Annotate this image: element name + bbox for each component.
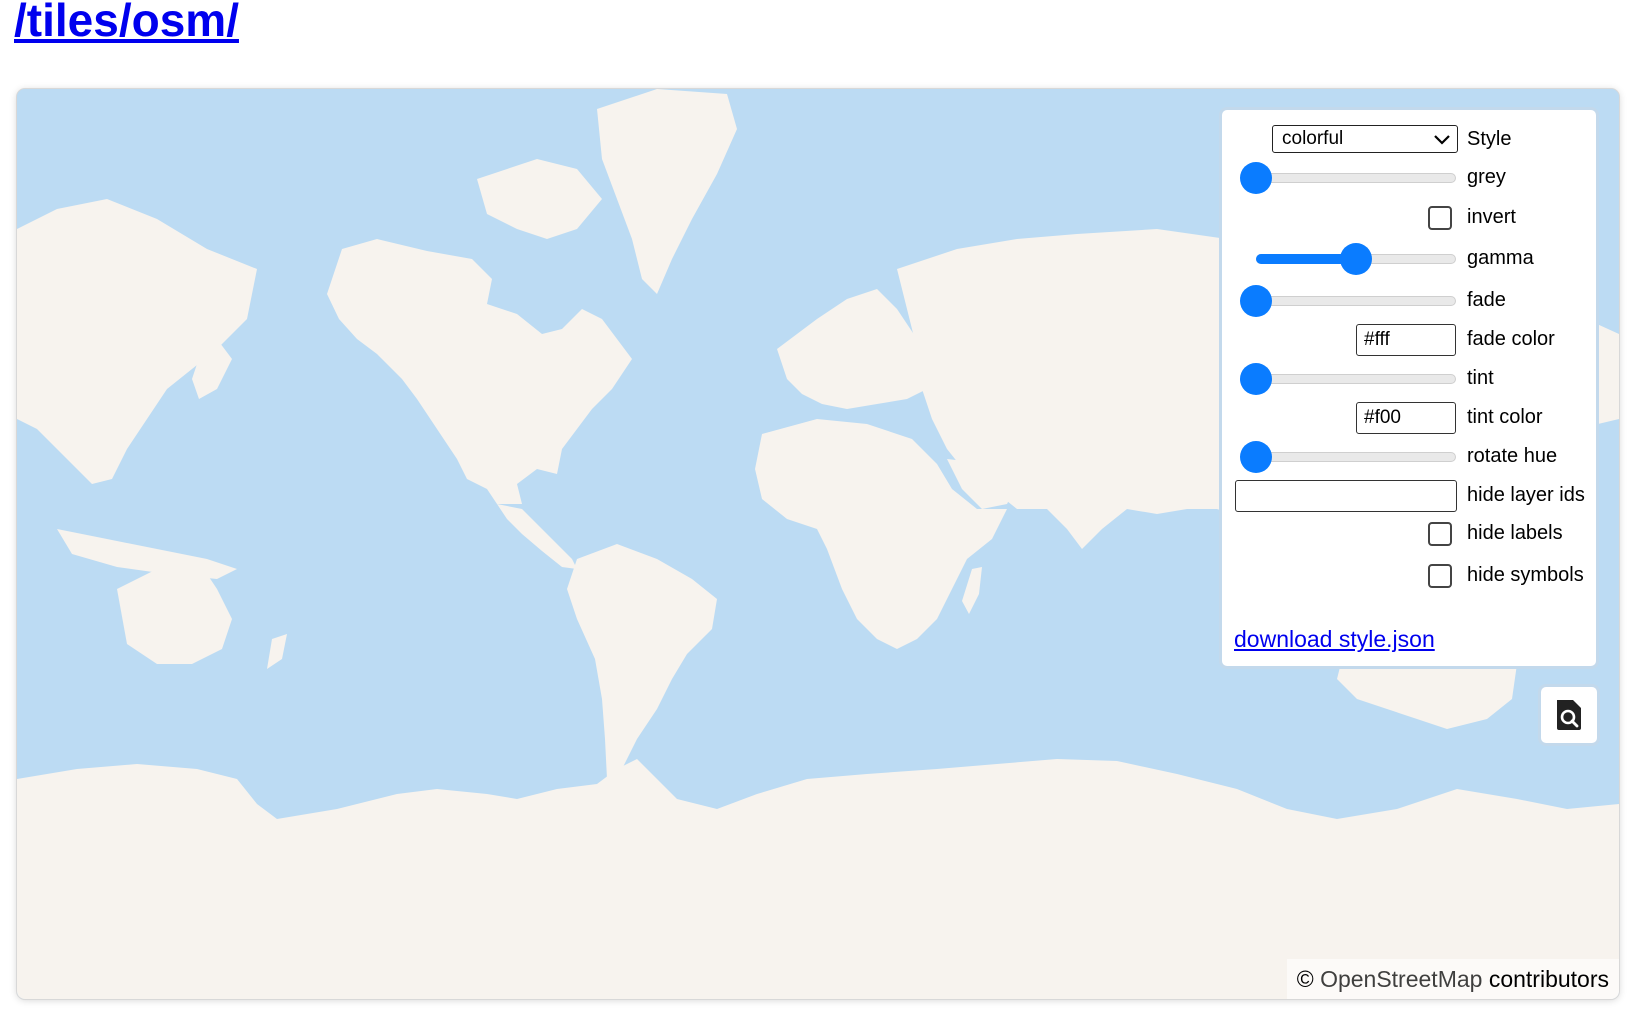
map-attribution: © OpenStreetMap contributors bbox=[1286, 959, 1619, 999]
download-style-link[interactable]: download style.json bbox=[1234, 626, 1435, 653]
style-controls-panel: colorful Style grey invert gamma fade #f… bbox=[1219, 107, 1599, 669]
fade-row: fade bbox=[1222, 285, 1596, 317]
rotate-hue-slider-track bbox=[1256, 452, 1456, 462]
fade-slider[interactable] bbox=[1240, 285, 1456, 317]
file-search-icon bbox=[1557, 700, 1581, 730]
hide-symbols-label: hide symbols bbox=[1467, 564, 1584, 586]
copyright-symbol: © bbox=[1296, 966, 1314, 992]
tint-slider-track bbox=[1256, 374, 1456, 384]
hide-symbols-row: hide symbols bbox=[1222, 560, 1596, 592]
gamma-slider-thumb[interactable] bbox=[1340, 243, 1372, 275]
grey-row: grey bbox=[1222, 162, 1596, 194]
hide-symbols-checkbox[interactable] bbox=[1428, 564, 1452, 588]
hide-labels-label: hide labels bbox=[1467, 522, 1563, 544]
tint-row: tint bbox=[1222, 363, 1596, 395]
rotate-hue-slider[interactable] bbox=[1240, 441, 1456, 473]
osm-attribution-link[interactable]: OpenStreetMap bbox=[1320, 966, 1482, 992]
gamma-label: gamma bbox=[1467, 247, 1534, 269]
hide-layer-ids-row: hide layer ids bbox=[1222, 480, 1596, 512]
page-title-link[interactable]: /tiles/osm/ bbox=[14, 0, 239, 46]
style-row: Style bbox=[1222, 124, 1596, 156]
hide-labels-checkbox[interactable] bbox=[1428, 522, 1452, 546]
fade-label: fade bbox=[1467, 289, 1506, 311]
style-label: Style bbox=[1467, 128, 1512, 150]
fade-color-input[interactable] bbox=[1356, 324, 1456, 356]
grey-label: grey bbox=[1467, 166, 1506, 188]
invert-row: invert bbox=[1222, 202, 1596, 234]
tint-label: tint bbox=[1467, 367, 1494, 389]
tint-color-label: tint color bbox=[1467, 406, 1543, 428]
grey-slider-track bbox=[1256, 173, 1456, 183]
hide-layer-ids-input[interactable] bbox=[1235, 480, 1457, 512]
invert-label: invert bbox=[1467, 206, 1516, 228]
page-title: /tiles/osm/ bbox=[14, 0, 239, 48]
gamma-row: gamma bbox=[1222, 243, 1596, 275]
fade-color-label: fade color bbox=[1467, 328, 1555, 350]
grey-slider[interactable] bbox=[1240, 162, 1456, 194]
hide-labels-row: hide labels bbox=[1222, 518, 1596, 550]
tint-color-input[interactable] bbox=[1356, 402, 1456, 434]
rotate-hue-slider-thumb[interactable] bbox=[1240, 441, 1272, 473]
invert-checkbox[interactable] bbox=[1428, 206, 1452, 230]
attribution-suffix: contributors bbox=[1488, 966, 1609, 992]
tint-color-row: tint color bbox=[1222, 402, 1596, 434]
fade-slider-track bbox=[1256, 296, 1456, 306]
hide-layer-ids-label: hide layer ids bbox=[1467, 484, 1585, 506]
tint-slider[interactable] bbox=[1240, 363, 1456, 395]
inspect-button[interactable] bbox=[1538, 684, 1600, 746]
tint-slider-thumb[interactable] bbox=[1240, 363, 1272, 395]
gamma-slider[interactable] bbox=[1256, 243, 1456, 275]
fade-slider-thumb[interactable] bbox=[1240, 285, 1272, 317]
fade-color-row: fade color bbox=[1222, 324, 1596, 356]
rotate-hue-label: rotate hue bbox=[1467, 445, 1558, 467]
grey-slider-thumb[interactable] bbox=[1240, 162, 1272, 194]
rotate-hue-row: rotate hue bbox=[1222, 441, 1596, 473]
